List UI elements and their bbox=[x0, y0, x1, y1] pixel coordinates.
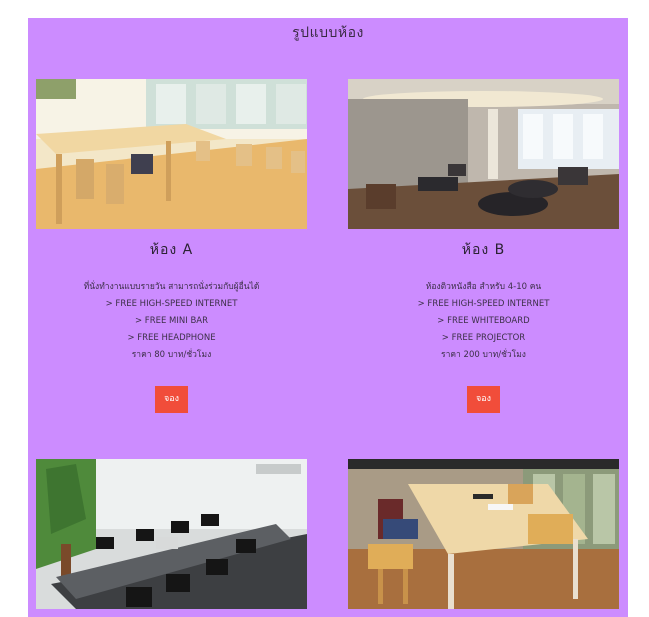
room-a-photo bbox=[36, 79, 307, 229]
room-a-feature-headphone: > FREE HEADPHONE bbox=[127, 333, 216, 343]
section-title: รูปแบบห้อง bbox=[292, 25, 364, 41]
room-a-price: ราคา 80 บาท/ชั่วโมง bbox=[131, 350, 212, 360]
room-b-book-button[interactable]: จอง bbox=[467, 386, 500, 413]
room-a-details: ที่นั่งทำงานแบบรายวัน สามารถนั่งร่วมกับผ… bbox=[36, 279, 307, 364]
room-b-feature-internet: > FREE HIGH-SPEED INTERNET bbox=[417, 299, 550, 309]
room-a-book-button[interactable]: จอง bbox=[155, 386, 188, 413]
room-b-feature-whiteboard: > FREE WHITEBOARD bbox=[437, 316, 530, 326]
room-a-feature-internet: > FREE HIGH-SPEED INTERNET bbox=[105, 299, 238, 309]
room-c-photo bbox=[36, 459, 307, 609]
room-b-description: ห้องติวหนังสือ สำหรับ 4-10 คน bbox=[425, 282, 542, 292]
room-a-description: ที่นั่งทำงานแบบรายวัน สามารถนั่งร่วมกับผ… bbox=[83, 282, 260, 292]
room-b-price: ราคา 200 บาท/ชั่วโมง bbox=[441, 350, 526, 360]
room-b-photo bbox=[348, 79, 619, 229]
room-d-photo bbox=[348, 459, 619, 609]
room-types-section: รูปแบบห้อง ห้อง A ที่นั่งทำงานแบบรายวัน … bbox=[28, 18, 628, 617]
room-b-feature-projector: > FREE PROJECTOR bbox=[441, 333, 526, 343]
room-b-details: ห้องติวหนังสือ สำหรับ 4-10 คน > FREE HIG… bbox=[348, 279, 619, 364]
room-a-feature-minibar: > FREE MINI BAR bbox=[134, 316, 209, 326]
room-b-title: ห้อง B bbox=[461, 242, 506, 258]
room-a-title: ห้อง A bbox=[149, 242, 194, 258]
